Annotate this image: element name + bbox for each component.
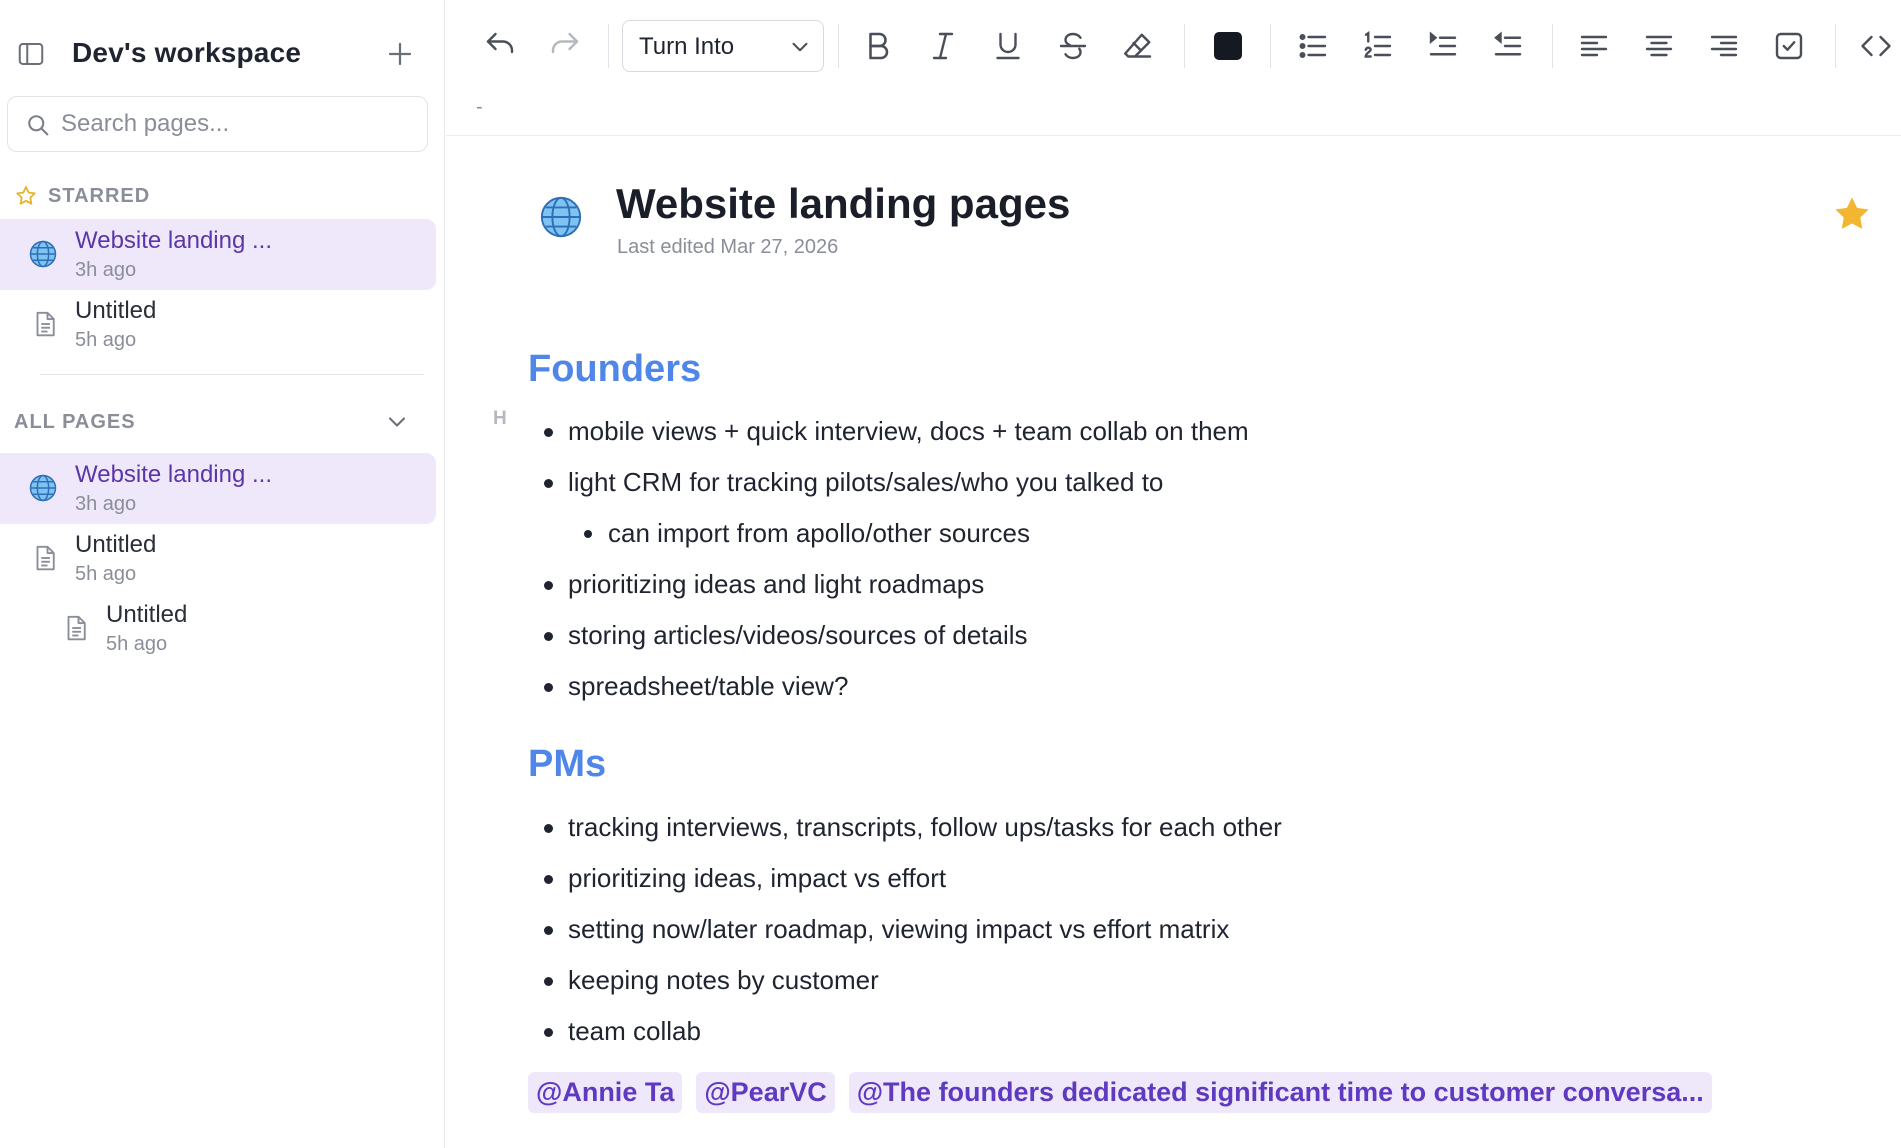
globe-icon[interactable] — [538, 194, 584, 240]
bullet-dot — [544, 683, 553, 692]
sidebar: Dev's workspace STARRED Website landing … — [0, 0, 445, 1148]
editor-subbar: - — [446, 92, 1901, 136]
toolbar-separator — [1184, 24, 1185, 68]
bullet-dot — [544, 926, 553, 935]
redo-icon[interactable] — [547, 28, 583, 64]
page-title: Untitled — [106, 601, 188, 628]
mentions-row: @Annie Ta @PearVC @The founders dedicate… — [528, 1072, 1712, 1113]
bullet-dot — [544, 977, 553, 986]
sidebar-divider — [40, 374, 424, 375]
bullet-dot — [584, 530, 592, 538]
bullet-dot — [544, 824, 553, 833]
numbered-list-icon[interactable] — [1360, 28, 1396, 64]
last-edited: Last edited Mar 27, 2026 — [617, 236, 839, 258]
page-time: 5h ago — [75, 563, 137, 585]
search-box[interactable] — [7, 96, 428, 152]
page-title: Website landing ... — [75, 461, 273, 488]
italic-icon[interactable] — [925, 28, 961, 64]
page-title[interactable]: Website landing pages — [616, 180, 1070, 228]
starred-item-untitled[interactable]: Untitled 5h ago — [0, 289, 436, 360]
workspace-header: Dev's workspace — [0, 28, 445, 78]
bold-icon[interactable] — [860, 28, 896, 64]
bullet-dot — [544, 875, 553, 884]
list-item-text: light CRM for tracking pilots/sales/who … — [568, 467, 1164, 497]
subbar-mark: - — [476, 96, 483, 118]
undo-icon[interactable] — [482, 28, 518, 64]
toolbar-separator — [1270, 24, 1271, 68]
document-icon — [30, 543, 60, 573]
bullet-list-icon[interactable] — [1295, 28, 1331, 64]
bullet-dot — [544, 1028, 553, 1037]
list-item-text: prioritizing ideas, impact vs effort — [568, 863, 947, 893]
bullet-dot — [544, 581, 553, 590]
starred-label: STARRED — [48, 184, 151, 207]
list-item-text: keeping notes by customer — [568, 965, 879, 995]
align-left-icon[interactable] — [1576, 28, 1612, 64]
search-input[interactable] — [61, 105, 411, 143]
toolbar-separator — [608, 24, 609, 68]
globe-icon — [28, 473, 58, 503]
turn-into-dropdown[interactable]: Turn Into — [622, 20, 824, 72]
eraser-icon[interactable] — [1120, 28, 1156, 64]
toolbar-separator — [1835, 24, 1836, 68]
chevron-down-icon — [787, 34, 813, 60]
align-right-icon[interactable] — [1706, 28, 1742, 64]
starred-section-header: STARRED — [14, 181, 150, 211]
editor-toolbar: Turn Into — [446, 0, 1901, 92]
checkbox-icon[interactable] — [1771, 28, 1807, 64]
page-title: Website landing ... — [75, 227, 273, 254]
section-heading-founders[interactable]: Founders — [528, 348, 701, 391]
add-page-icon[interactable] — [385, 39, 415, 69]
all-pages-label: ALL PAGES — [14, 410, 136, 433]
underline-icon[interactable] — [990, 28, 1026, 64]
page-time: 5h ago — [75, 329, 137, 351]
page-time: 3h ago — [75, 493, 137, 515]
outdent-icon[interactable] — [1490, 28, 1526, 64]
document-icon — [61, 613, 91, 643]
starred-item-website-landing[interactable]: Website landing ... 3h ago — [0, 219, 436, 290]
star-outline-icon — [14, 184, 38, 208]
toolbar-separator — [838, 24, 839, 68]
mention-chip[interactable]: @Annie Ta — [528, 1072, 683, 1113]
list-item-text: setting now/later roadmap, viewing impac… — [568, 914, 1230, 944]
page-title: Untitled — [75, 297, 157, 324]
bullet-dot — [544, 632, 553, 641]
page-item-untitled-child[interactable]: Untitled 5h ago — [0, 593, 436, 664]
page-item-website-landing[interactable]: Website landing ... 3h ago — [0, 453, 436, 524]
page-item-untitled[interactable]: Untitled 5h ago — [0, 523, 436, 594]
code-icon[interactable] — [1858, 28, 1894, 64]
mention-chip[interactable]: @PearVC — [696, 1072, 835, 1113]
page-time: 3h ago — [75, 259, 137, 281]
list-item-text: mobile views + quick interview, docs + t… — [568, 416, 1249, 446]
search-icon — [24, 111, 52, 139]
turn-into-label: Turn Into — [639, 33, 735, 60]
page-title: Untitled — [75, 531, 157, 558]
document-icon — [30, 309, 60, 339]
page-time: 5h ago — [106, 633, 168, 655]
all-pages-section-header[interactable]: ALL PAGES — [14, 407, 136, 437]
toolbar-separator — [1552, 24, 1553, 68]
indent-icon[interactable] — [1425, 28, 1461, 64]
list-item-text: spreadsheet/table view? — [568, 671, 849, 701]
globe-icon — [28, 239, 58, 269]
list-item-text: tracking interviews, transcripts, follow… — [568, 812, 1282, 842]
list-item-text: storing articles/videos/sources of detai… — [568, 620, 1028, 650]
align-center-icon[interactable] — [1641, 28, 1677, 64]
list-item-text: prioritizing ideas and light roadmaps — [568, 569, 985, 599]
block-handle[interactable]: H — [493, 408, 507, 430]
star-filled-icon[interactable] — [1831, 193, 1873, 235]
list-item-text: team collab — [568, 1016, 701, 1046]
chevron-down-icon[interactable] — [383, 408, 411, 436]
mention-chip[interactable]: @The founders dedicated significant time… — [848, 1072, 1712, 1113]
document-body: Website landing pages Last edited Mar 27… — [446, 136, 1901, 1148]
text-color-swatch[interactable] — [1214, 32, 1242, 60]
sidebar-toggle-icon[interactable] — [16, 39, 46, 69]
section-heading-pms[interactable]: PMs — [528, 743, 606, 786]
workspace-name[interactable]: Dev's workspace — [72, 37, 301, 69]
bullet-dot — [544, 428, 553, 437]
bullet-dot — [544, 479, 553, 488]
list-item-text: can import from apollo/other sources — [608, 518, 1030, 548]
strikethrough-icon[interactable] — [1055, 28, 1091, 64]
